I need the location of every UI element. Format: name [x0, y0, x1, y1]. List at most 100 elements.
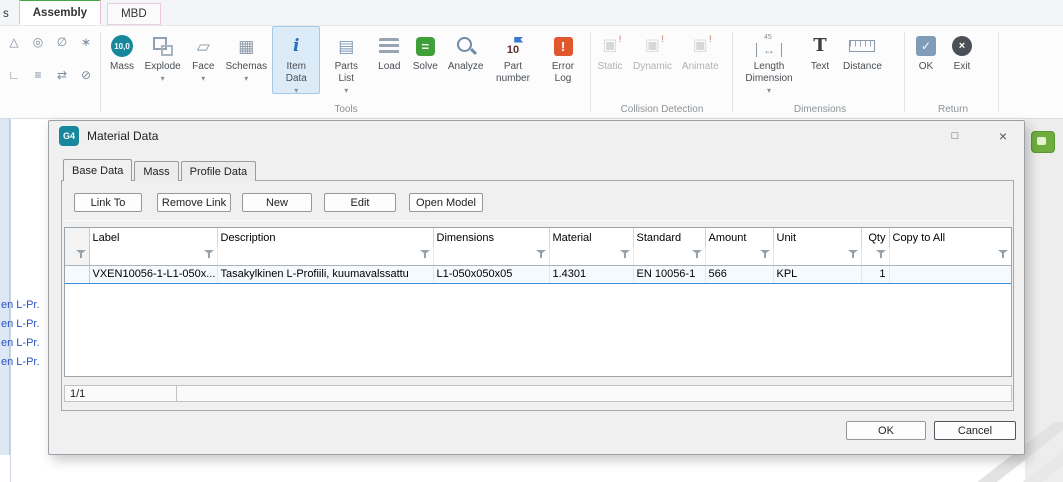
tree-item[interactable]: en L-Pr. [1, 315, 47, 334]
column-header-material[interactable]: Material [549, 228, 633, 247]
tree-item[interactable]: en L-Pr. [1, 334, 47, 353]
ribbon-button-ok[interactable]: ✓OK [909, 26, 943, 74]
ribbon-button-face[interactable]: ▱Face [186, 26, 220, 82]
row-selector[interactable] [65, 265, 89, 283]
edit-button[interactable]: Edit [324, 193, 396, 212]
ribbon-button-exit[interactable]: ×Exit [945, 26, 979, 74]
ribbon-button-solve[interactable]: = Solve [408, 26, 442, 74]
ribbon-tab-mbd[interactable]: MBD [107, 3, 161, 25]
filter-funnel-icon[interactable] [76, 249, 87, 259]
dropdown-arrow-icon[interactable] [201, 73, 205, 81]
column-header-standard[interactable]: Standard [633, 228, 705, 247]
filter-funnel-icon[interactable] [204, 249, 215, 259]
ribbon-button-parts-list[interactable]: ▤Parts List [322, 26, 370, 94]
parallel-constraint-icon[interactable]: ≡ [27, 66, 49, 83]
column-header-amount[interactable]: Amount [705, 228, 773, 247]
ribbon-button-analyze[interactable]: Analyze [444, 26, 487, 74]
table-cell[interactable]: KPL [773, 265, 861, 283]
close-icon[interactable]: × [992, 125, 1014, 146]
dropdown-arrow-icon[interactable] [161, 73, 165, 81]
dropdown-arrow-icon[interactable] [244, 73, 248, 81]
dialog-tab-profile-data[interactable]: Profile Data [181, 161, 256, 181]
table-cell[interactable]: L1-050x050x05 [433, 265, 549, 283]
tree-item[interactable]: en L-Pr. [1, 353, 47, 372]
column-header-dimensions[interactable]: Dimensions [433, 228, 549, 247]
dialog-tab-base-data[interactable]: Base Data [63, 159, 132, 181]
ribbon-button-text[interactable]: TText [803, 26, 837, 74]
ribbon-button-dynamic[interactable]: ▣Dynamic [629, 26, 676, 74]
table-cell[interactable]: 1.4301 [549, 265, 633, 283]
coincident-constraint-icon[interactable]: ∗ [75, 33, 97, 50]
filter-funnel-icon[interactable] [848, 249, 859, 259]
open-model-button[interactable]: Open Model [409, 193, 483, 212]
separator [64, 220, 1010, 221]
dropdown-arrow-icon[interactable] [344, 85, 348, 93]
column-header-unit[interactable]: Unit [773, 228, 861, 247]
filter-cell[interactable] [861, 247, 889, 265]
perpendicular-constraint-icon[interactable]: ∟ [3, 66, 25, 83]
column-header-description[interactable]: Description [217, 228, 433, 247]
ribbon-button-distance[interactable]: Distance [839, 26, 886, 74]
filter-funnel-icon[interactable] [536, 249, 547, 259]
filter-funnel-icon[interactable] [876, 249, 887, 259]
ribbon-tab-assembly[interactable]: Assembly [19, 0, 101, 25]
dropdown-arrow-icon[interactable] [767, 85, 771, 93]
filter-cell[interactable] [705, 247, 773, 265]
table-cell[interactable]: Tasakylkinen L-Profiili, kuumavalssattu [217, 265, 433, 283]
column-header-label[interactable]: Label [89, 228, 217, 247]
dialog-tab-mass[interactable]: Mass [134, 161, 178, 181]
ribbon-button-label: OK [919, 61, 933, 73]
ribbon-button-animate[interactable]: ▣Animate [678, 26, 723, 74]
diameter-constraint-icon[interactable]: ∅ [51, 33, 73, 50]
dock-panel-icon[interactable] [1031, 131, 1055, 153]
table-cell[interactable]: 1 [861, 265, 889, 283]
angle-constraint-icon[interactable]: △ [3, 33, 25, 50]
ribbon-button-label: Dynamic [633, 61, 672, 73]
filter-cell[interactable] [89, 247, 217, 265]
filter-funnel-icon[interactable] [760, 249, 771, 259]
tangent-constraint-icon[interactable]: ⊘ [75, 66, 97, 83]
ribbon-button-length-dimension[interactable]: 45↔Length Dimension [737, 26, 801, 94]
filter-cell[interactable] [217, 247, 433, 265]
remove-link-button[interactable]: Remove Link [157, 193, 231, 212]
ribbon-button-schemas[interactable]: ▦Schemas [222, 26, 270, 82]
link-to-button[interactable]: Link To [74, 193, 142, 212]
filter-cell[interactable] [633, 247, 705, 265]
ribbon-button-mass[interactable]: 10,0Mass [105, 26, 139, 74]
concentric-constraint-icon[interactable]: ◎ [27, 33, 49, 50]
maximize-icon[interactable]: □ [944, 125, 966, 146]
new-button[interactable]: New [242, 193, 312, 212]
filter-cell[interactable] [433, 247, 549, 265]
dialog-titlebar[interactable]: G4 Material Data □ × [49, 121, 1024, 151]
ok-button[interactable]: OK [846, 421, 926, 440]
column-header-qty[interactable]: Qty [861, 228, 889, 247]
ribbon-tab-s[interactable]: s [0, 2, 19, 25]
ribbon-button-label: Solve [413, 61, 438, 73]
swap-constraint-icon[interactable]: ⇄ [51, 66, 73, 83]
ribbon-group-return: ✓OK×ExitReturn [908, 26, 998, 116]
ribbon-button-part-number[interactable]: 10Part number [489, 26, 537, 86]
table-row[interactable]: VXEN10056-1-L1-050x...Tasakylkinen L-Pro… [65, 265, 1011, 283]
tree-item[interactable]: en L-Pr. [1, 296, 47, 315]
filter-cell[interactable] [889, 247, 1011, 265]
table-cell[interactable]: EN 10056-1 [633, 265, 705, 283]
cancel-button[interactable]: Cancel [934, 421, 1016, 440]
filter-cell[interactable] [773, 247, 861, 265]
filter-funnel-icon[interactable] [420, 249, 431, 259]
ribbon-button-item-data[interactable]: iItem Data [272, 26, 320, 94]
filter-funnel-icon[interactable] [620, 249, 631, 259]
filter-funnel-icon[interactable] [692, 249, 703, 259]
table-cell[interactable]: 566 [705, 265, 773, 283]
ribbon-button-error-log[interactable]: !Error Log [539, 26, 587, 86]
solve-icon: = [416, 37, 435, 56]
ribbon-button-load[interactable]: Load [372, 26, 406, 74]
table-cell[interactable] [889, 265, 1011, 283]
filter-cell[interactable] [65, 247, 89, 265]
filter-funnel-icon[interactable] [998, 249, 1009, 259]
ribbon-button-static[interactable]: ▣Static [593, 26, 627, 74]
filter-cell[interactable] [549, 247, 633, 265]
ribbon-button-explode[interactable]: Explode [141, 26, 184, 82]
column-header-copy-to-all[interactable]: Copy to All [889, 228, 1011, 247]
dropdown-arrow-icon[interactable] [294, 85, 298, 93]
table-cell[interactable]: VXEN10056-1-L1-050x... [89, 265, 217, 283]
